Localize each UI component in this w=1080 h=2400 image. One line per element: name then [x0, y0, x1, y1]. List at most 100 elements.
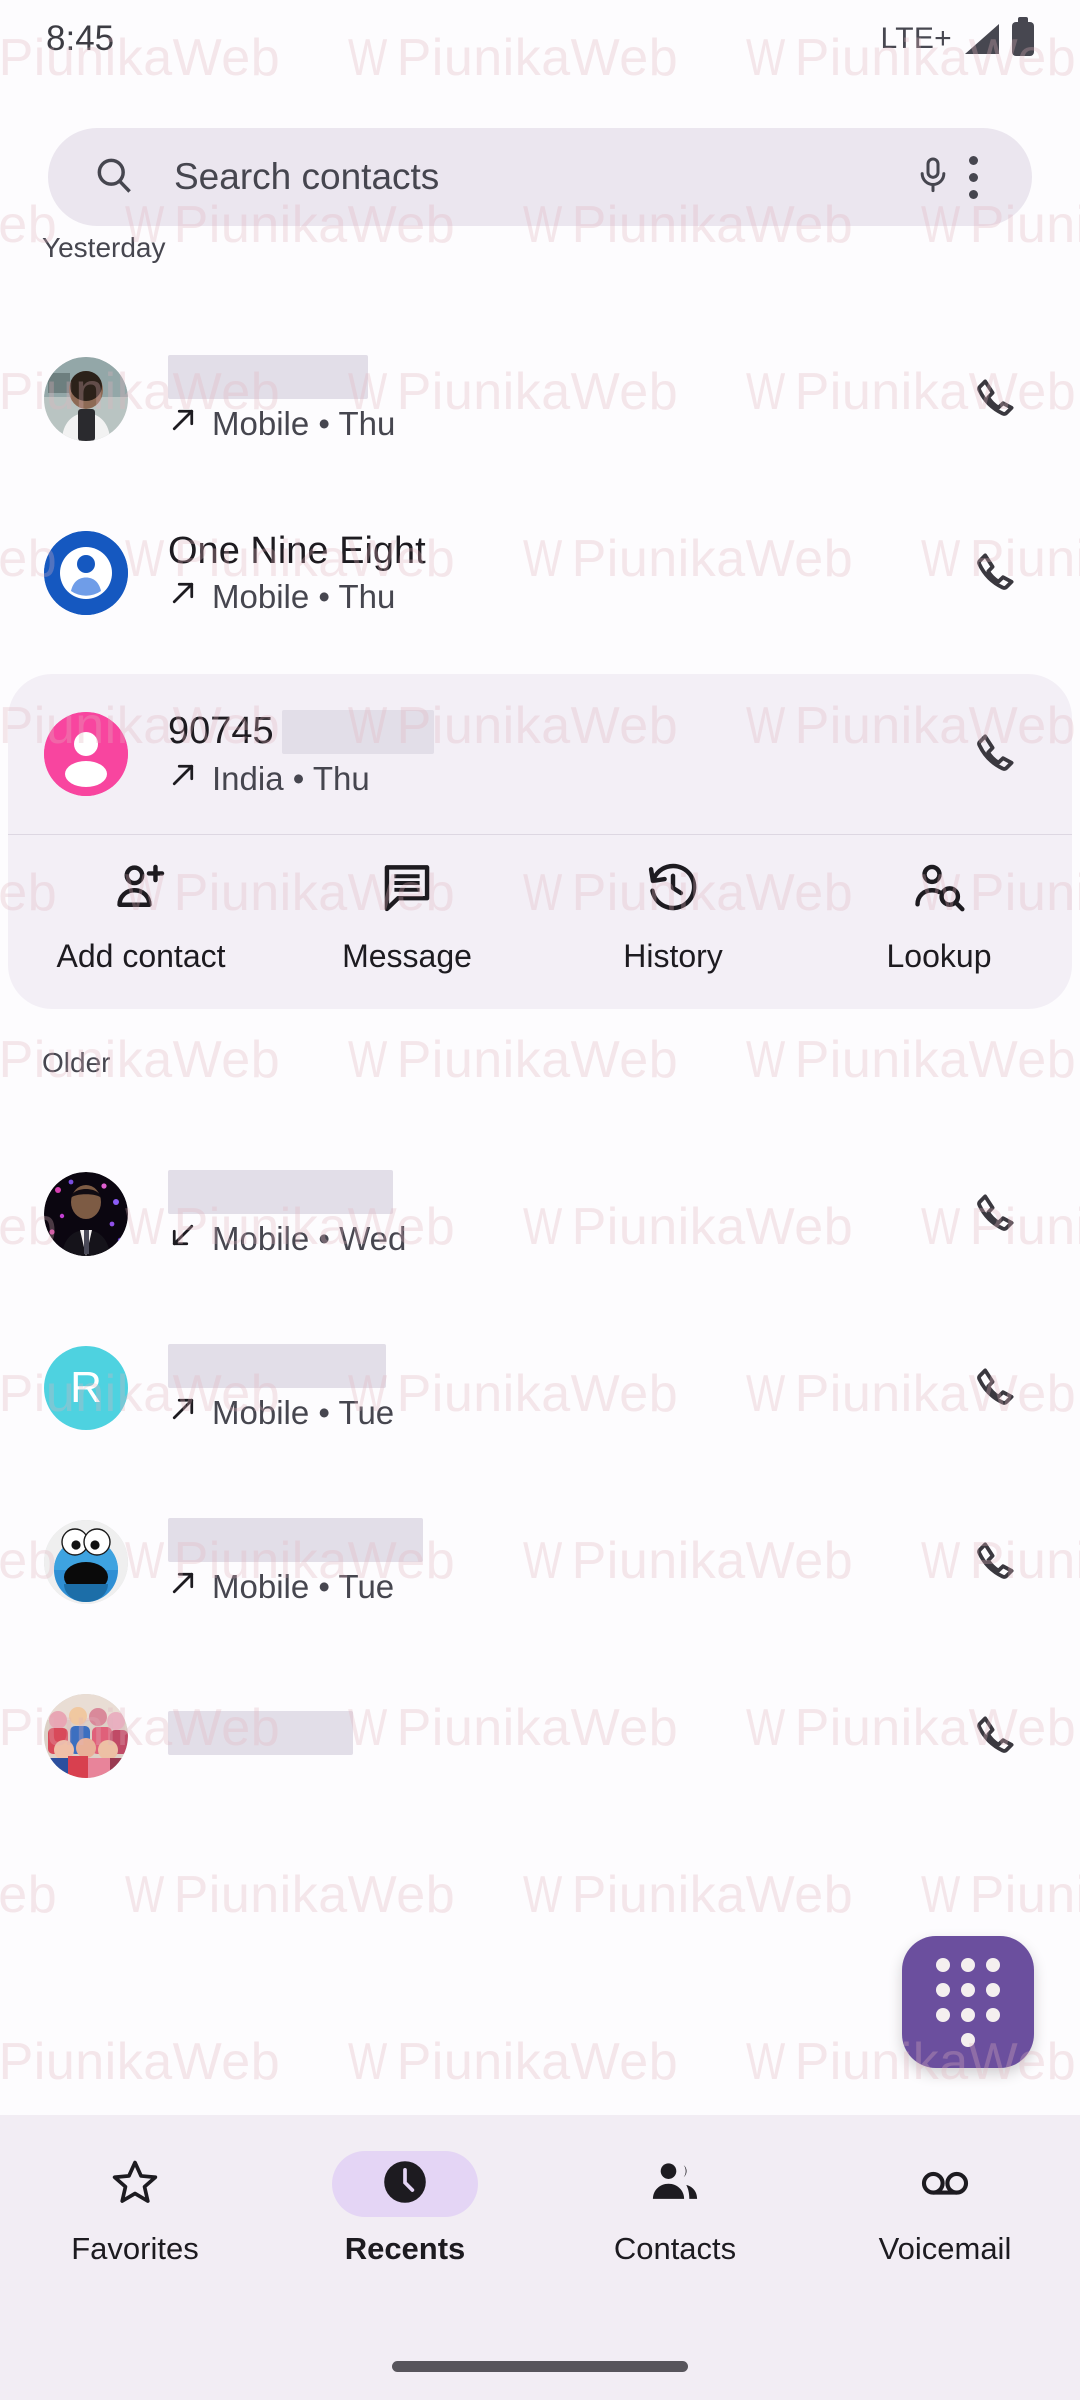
- contact-name: [168, 1170, 960, 1215]
- nav-pill-contacts: [602, 2151, 748, 2217]
- lookup-action[interactable]: Lookup: [806, 859, 1072, 975]
- call-subtitle: Mobile • Wed: [168, 1220, 960, 1258]
- person-search-icon: [911, 859, 967, 920]
- call-subtitle-text: Mobile • Tue: [212, 1568, 394, 1606]
- call-made-icon: [168, 1568, 198, 1606]
- redaction-bar: [168, 1170, 393, 1214]
- row-text-block: One Nine Eight Mobile • Thu: [168, 530, 960, 617]
- history-icon: [645, 859, 701, 920]
- nav-item-voicemail[interactable]: Voicemail: [810, 2151, 1080, 2400]
- contact-name: [168, 355, 960, 400]
- call-made-icon: [168, 1394, 198, 1432]
- call-subtitle-text: Mobile • Thu: [212, 578, 395, 616]
- message-label: Message: [342, 938, 472, 975]
- gesture-handle[interactable]: [392, 2361, 688, 2372]
- call-log-row[interactable]: Mobile • Wed: [0, 1141, 1080, 1287]
- nav-label-voicemail: Voicemail: [879, 2231, 1012, 2267]
- contact-name: [168, 1711, 960, 1756]
- contact-photo-icon: [44, 1520, 128, 1604]
- search-icon: [92, 153, 136, 202]
- nav-item-favorites[interactable]: Favorites: [0, 2151, 270, 2400]
- search-input[interactable]: Search contacts: [174, 156, 913, 198]
- avatar[interactable]: [44, 357, 128, 441]
- nav-label-favorites: Favorites: [71, 2231, 198, 2267]
- contact-photo-icon: [44, 1694, 128, 1778]
- nav-pill-recents: [332, 2151, 478, 2217]
- redaction-bar: [168, 1518, 423, 1562]
- call-made-icon: [168, 760, 198, 798]
- person-add-icon: [113, 859, 169, 920]
- call-subtitle: Mobile • Tue: [168, 1394, 960, 1432]
- expanded-call-card[interactable]: 90745 India • Thu: [8, 674, 1072, 1009]
- message-action[interactable]: Message: [274, 859, 540, 975]
- call-received-icon: [168, 1220, 198, 1258]
- lookup-label: Lookup: [887, 938, 992, 975]
- call-log-row[interactable]: Mobile • Tue: [0, 1489, 1080, 1635]
- call-log-row[interactable]: R Mobile • Tue: [0, 1315, 1080, 1461]
- dialpad-fab[interactable]: [902, 1936, 1034, 2068]
- avatar[interactable]: [44, 1694, 128, 1778]
- phone-icon[interactable]: [960, 1352, 1032, 1424]
- contact-name: 90745: [168, 710, 960, 755]
- signal-bars-icon: [965, 24, 999, 54]
- contact-name: [168, 1344, 960, 1389]
- redaction-bar: [282, 710, 434, 754]
- phone-icon[interactable]: [960, 363, 1032, 435]
- avatar[interactable]: [44, 1520, 128, 1604]
- section-header-older: Older: [0, 1047, 1080, 1079]
- call-log-row[interactable]: Mobile • Thu: [0, 326, 1080, 472]
- voicemail-icon: [919, 2156, 971, 2213]
- call-log-row[interactable]: [0, 1663, 1080, 1809]
- phone-icon[interactable]: [960, 1700, 1032, 1772]
- call-log-row[interactable]: 90745 India • Thu: [8, 674, 1072, 834]
- clock-icon: [379, 2156, 431, 2213]
- row-text-block: 90745 India • Thu: [168, 710, 960, 799]
- add-contact-label: Add contact: [57, 938, 226, 975]
- call-log-row[interactable]: One Nine Eight Mobile • Thu: [0, 500, 1080, 646]
- contact-photo-icon: [44, 357, 128, 441]
- status-icons: LTE+: [880, 22, 1034, 56]
- more-vert-icon[interactable]: [953, 156, 994, 199]
- search-bar[interactable]: Search contacts: [48, 128, 1032, 226]
- nav-pill-voicemail: [872, 2151, 1018, 2217]
- people-icon: [649, 2156, 701, 2213]
- call-subtitle-text: Mobile • Tue: [212, 1394, 394, 1432]
- contact-photo-icon: [44, 1172, 128, 1256]
- phone-icon[interactable]: [960, 537, 1032, 609]
- star-outline-icon: [109, 2156, 161, 2213]
- redaction-bar: [168, 1344, 386, 1388]
- call-made-icon: [168, 405, 198, 443]
- nav-label-recents: Recents: [345, 2231, 466, 2267]
- phone-screen: 8:45 LTE+ Search contacts Yesterday: [0, 0, 1080, 2400]
- avatar[interactable]: [44, 712, 128, 796]
- status-clock: 8:45: [46, 19, 114, 59]
- row-text-block: Mobile • Wed: [168, 1170, 960, 1259]
- call-subtitle: Mobile • Thu: [168, 578, 960, 616]
- contact-number-prefix: 90745: [168, 710, 274, 752]
- call-subtitle-text: India • Thu: [212, 760, 370, 798]
- avatar[interactable]: [44, 1172, 128, 1256]
- dialpad-icon: [936, 1958, 1000, 2047]
- redaction-bar: [168, 1711, 353, 1755]
- phone-icon[interactable]: [960, 718, 1032, 790]
- bottom-navigation: Favorites Recents: [0, 2115, 1080, 2400]
- add-contact-action[interactable]: Add contact: [8, 859, 274, 975]
- call-subtitle-text: Mobile • Wed: [212, 1220, 406, 1258]
- avatar[interactable]: [44, 531, 128, 615]
- row-text-block: Mobile • Tue: [168, 1518, 960, 1607]
- avatar[interactable]: R: [44, 1346, 128, 1430]
- phone-icon[interactable]: [960, 1178, 1032, 1250]
- recents-list[interactable]: Yesterday: [0, 226, 1080, 2115]
- row-text-block: [168, 1711, 960, 1762]
- history-action[interactable]: History: [540, 859, 806, 975]
- person-circle-icon: [44, 531, 128, 615]
- redaction-bar: [168, 355, 368, 399]
- phone-icon[interactable]: [960, 1526, 1032, 1598]
- call-subtitle: Mobile • Thu: [168, 405, 960, 443]
- microphone-icon[interactable]: [913, 155, 953, 200]
- nav-label-contacts: Contacts: [614, 2231, 736, 2267]
- call-subtitle: Mobile • Tue: [168, 1568, 960, 1606]
- person-icon: [44, 712, 128, 796]
- battery-full-icon: [1012, 22, 1034, 56]
- call-made-icon: [168, 578, 198, 616]
